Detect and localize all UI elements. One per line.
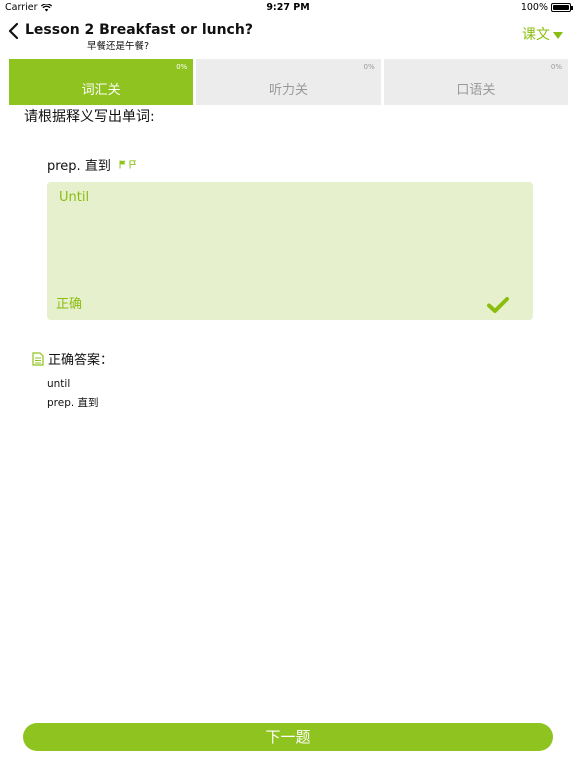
back-button[interactable]	[6, 21, 24, 41]
level-tabs: 0% 词汇关 0% 听力关 0% 口语关	[9, 59, 568, 105]
tab-label: 口语关	[456, 83, 496, 98]
flag-outline-icon[interactable]	[129, 160, 136, 169]
document-icon	[32, 351, 44, 366]
battery-icon	[551, 3, 573, 12]
caret-down-icon	[553, 31, 563, 39]
tab-label: 词汇关	[81, 83, 121, 98]
text-menu-label: 课文	[522, 27, 550, 43]
question-definition: prep. 直到	[47, 159, 111, 174]
tab-listening[interactable]: 0% 听力关	[196, 59, 381, 105]
correct-answer-definition: prep. 直到	[47, 397, 99, 409]
page-title: Lesson 2 Breakfast or lunch?	[25, 22, 253, 38]
correct-answer-title: 正确答案：	[48, 353, 114, 368]
status-bar-right: 100%	[520, 2, 573, 13]
text-menu-button[interactable]: 课文	[522, 24, 563, 44]
tab-progress: 0%	[550, 63, 562, 71]
checkmark-icon	[487, 297, 509, 313]
battery-percent: 100%	[520, 2, 548, 13]
flags-group	[119, 160, 136, 169]
tab-label: 听力关	[268, 83, 308, 98]
question-definition-row: prep. 直到	[47, 155, 136, 174]
page-subtitle: 早餐还是午餐?	[87, 41, 150, 52]
answer-value: Until	[59, 190, 90, 205]
next-question-button[interactable]: 下一题	[23, 723, 553, 751]
question-instruction: 请根据释义写出单词:	[24, 109, 155, 125]
tab-vocabulary[interactable]: 0% 词汇关	[9, 59, 194, 105]
tab-progress: 0%	[363, 63, 375, 71]
chevron-left-icon	[8, 22, 19, 40]
tab-progress: 0%	[176, 63, 188, 71]
answer-input[interactable]: Until 正确	[47, 182, 533, 320]
tab-speaking[interactable]: 0% 口语关	[383, 59, 568, 105]
correct-answer-header: 正确答案：	[32, 349, 113, 368]
correct-answer-word: until	[47, 378, 71, 390]
status-time: 9:27 PM	[266, 2, 310, 13]
nav-bar: Lesson 2 Breakfast or lunch? 早餐还是午餐? 课文	[0, 16, 576, 56]
result-label: 正确	[56, 297, 83, 312]
flag-filled-icon[interactable]	[119, 160, 126, 169]
status-bar: Carrier 9:27 PM 100%	[0, 0, 576, 16]
